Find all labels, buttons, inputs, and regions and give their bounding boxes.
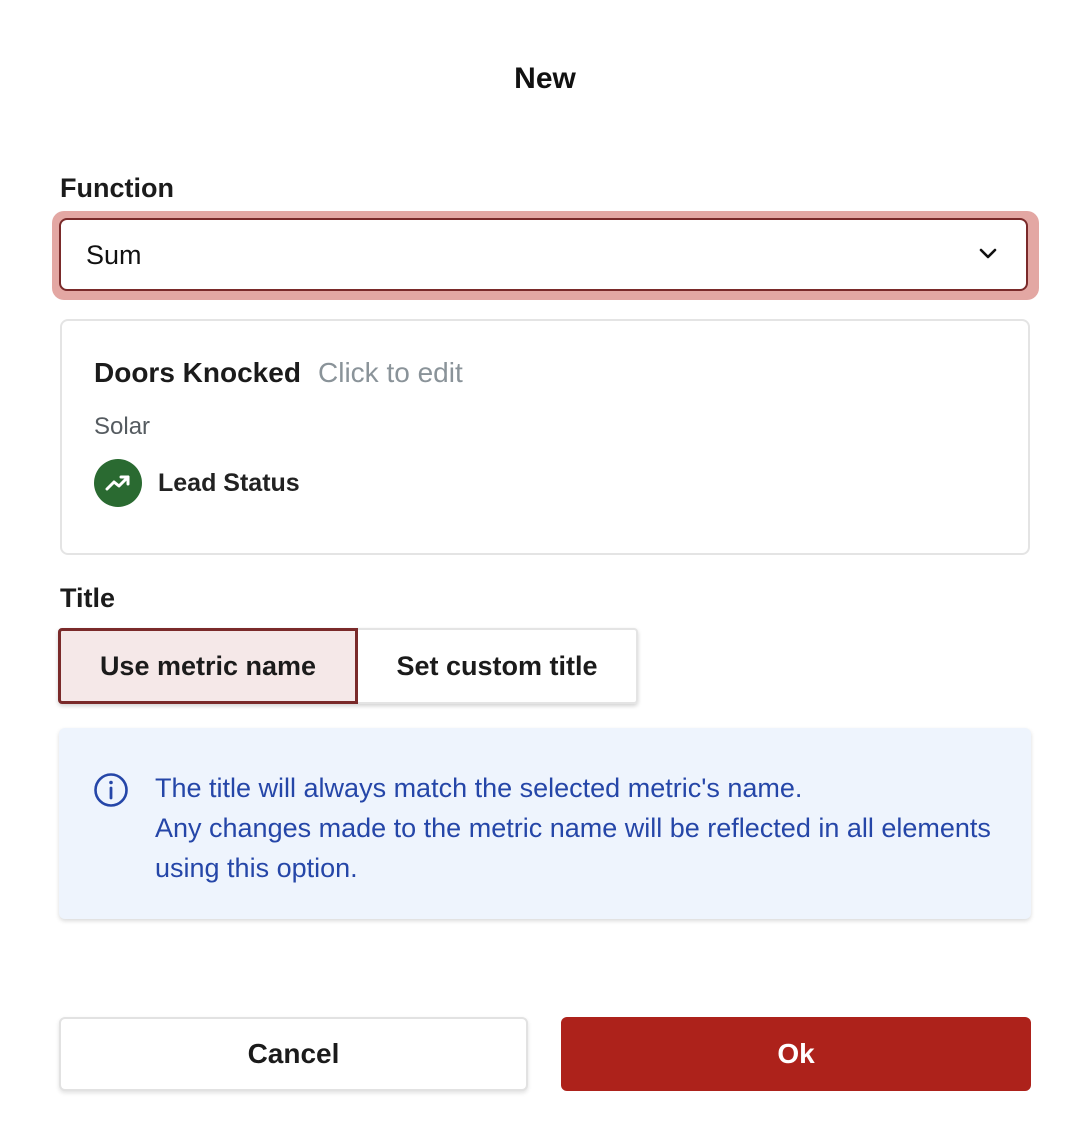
metric-name[interactable]: Doors Knocked bbox=[94, 357, 301, 389]
info-message-line-1: The title will always match the selected… bbox=[155, 773, 803, 803]
info-banner: The title will always match the selected… bbox=[59, 728, 1031, 919]
dialog-title: New bbox=[514, 62, 576, 95]
trending-up-icon bbox=[94, 459, 142, 507]
use-metric-name-option[interactable]: Use metric name bbox=[58, 628, 358, 704]
info-icon bbox=[94, 773, 128, 807]
metric-source-label: Lead Status bbox=[158, 469, 300, 497]
title-mode-toggle: Use metric name Set custom title bbox=[58, 628, 638, 704]
cancel-button[interactable]: Cancel bbox=[59, 1017, 528, 1091]
ok-button[interactable]: Ok bbox=[561, 1017, 1031, 1091]
function-label: Function bbox=[60, 173, 174, 203]
info-message-line-2: Any changes made to the metric name will… bbox=[155, 813, 991, 883]
metric-edit-link[interactable]: Click to edit bbox=[318, 357, 463, 389]
metric-card[interactable]: Doors Knocked Click to edit Solar Lead S… bbox=[60, 319, 1030, 555]
info-message: The title will always match the selected… bbox=[155, 768, 1005, 888]
metric-category: Solar bbox=[94, 413, 151, 440]
set-custom-title-option[interactable]: Set custom title bbox=[358, 628, 638, 704]
chevron-down-icon bbox=[979, 248, 997, 259]
function-select[interactable]: Sum bbox=[59, 218, 1028, 291]
title-label: Title bbox=[60, 583, 116, 613]
function-select-value: Sum bbox=[86, 240, 142, 270]
